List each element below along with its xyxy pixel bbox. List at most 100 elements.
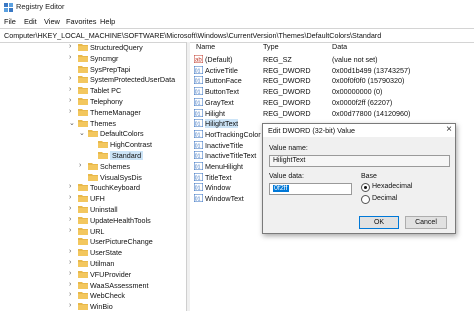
tree-item[interactable]: › UFH (0, 193, 186, 204)
value-name-field[interactable]: HilightText (269, 155, 450, 167)
tree-item[interactable]: SysPrepTapi (0, 64, 186, 75)
svg-text:01: 01 (195, 186, 201, 192)
chevron-right-icon[interactable]: › (69, 216, 71, 223)
value-data-label: Value data: (269, 173, 304, 180)
tree-item-label: URL (90, 226, 105, 236)
hexadecimal-radio[interactable] (361, 183, 370, 192)
tree-item[interactable]: › StructuredQuery (0, 42, 186, 53)
value-type: REG_SZ (263, 55, 292, 64)
chevron-right-icon[interactable]: › (69, 54, 71, 61)
value-row[interactable]: 01 ButtonFace REG_DWORD 0x00f0f0f0 (1579032… (190, 75, 474, 86)
tree-item[interactable]: › UserState (0, 247, 186, 258)
column-header-name[interactable]: Name (196, 42, 215, 53)
value-name: TitleText (205, 172, 232, 182)
chevron-down-icon[interactable]: ⌄ (69, 119, 75, 127)
value-name: Hilight (205, 108, 225, 118)
chevron-right-icon[interactable]: › (69, 183, 71, 190)
menu-edit[interactable]: Edit (24, 17, 37, 26)
svg-text:01: 01 (195, 197, 201, 203)
folder-icon (98, 141, 108, 149)
tree-item[interactable]: › Utilman (0, 258, 186, 269)
chevron-right-icon[interactable]: › (69, 270, 71, 277)
column-header-type[interactable]: Type (263, 42, 279, 53)
tree-item[interactable]: VisualSysDis (0, 172, 186, 183)
chevron-right-icon[interactable]: › (69, 259, 71, 266)
dialog-title: Edit DWORD (32-bit) Value (268, 126, 355, 135)
tree-item[interactable]: › Telephony (0, 96, 186, 107)
tree-item-label: WaaSAssessment (90, 280, 149, 290)
tree-item[interactable]: HighContrast (0, 139, 186, 150)
tree-item[interactable]: › URL (0, 226, 186, 237)
chevron-right-icon[interactable]: › (69, 75, 71, 82)
key-tree[interactable]: › StructuredQuery › Syncmgr SysPrepTapi › Syst… (0, 42, 187, 311)
address-bar[interactable]: Computer\HKEY_LOCAL_MACHINE\SOFTWARE\Mic… (0, 28, 474, 43)
value-name-text: HilightText (273, 157, 306, 164)
chevron-right-icon[interactable]: › (69, 302, 71, 309)
chevron-right-icon[interactable]: › (69, 205, 71, 212)
tree-item[interactable]: › UpdateHealthTools (0, 215, 186, 226)
tree-item[interactable]: ⌄ DefaultColors (0, 128, 186, 139)
value-row[interactable]: 01 ActiveTitle REG_DWORD 0x00d1b499 (137432… (190, 65, 474, 76)
tree-item[interactable]: UserPictureChange (0, 236, 186, 247)
value-row[interactable]: 01 GrayText REG_DWORD 0x0000f2ff (62207) (190, 97, 474, 108)
hexadecimal-label[interactable]: Hexadecimal (372, 183, 412, 190)
svg-text:01: 01 (195, 165, 201, 171)
address-path: Computer\HKEY_LOCAL_MACHINE\SOFTWARE\Mic… (4, 31, 382, 40)
value-row[interactable]: 01 Hilight REG_DWORD 0x00d77800 (14120960) (190, 108, 474, 119)
value-row[interactable]: 01 ButtonText REG_DWORD 0x00000000 (0) (190, 86, 474, 97)
folder-icon (78, 281, 88, 289)
cancel-button[interactable]: Cancel (405, 216, 447, 229)
tree-item[interactable]: Standard (0, 150, 186, 161)
chevron-right-icon[interactable]: › (69, 194, 71, 201)
tree-item-label: Syncmgr (90, 53, 119, 63)
column-header-data[interactable]: Data (332, 42, 347, 53)
tree-item[interactable]: › Syncmgr (0, 53, 186, 64)
tree-item[interactable]: › Uninstall (0, 204, 186, 215)
menu-help[interactable]: Help (100, 17, 115, 26)
tree-item-label: UFH (90, 194, 105, 204)
tree-item[interactable]: › ThemeManager (0, 107, 186, 118)
tree-item[interactable]: › Schemes (0, 161, 186, 172)
menu-bar: File Edit View Favorites Help (0, 15, 474, 28)
folder-icon (88, 130, 98, 138)
chevron-right-icon[interactable]: › (69, 43, 71, 50)
value-type: REG_DWORD (263, 76, 311, 86)
binary-value-icon: 01 (194, 119, 203, 128)
chevron-right-icon[interactable]: › (69, 97, 71, 104)
svg-text:01: 01 (195, 79, 201, 85)
value-data: 0x00f0f0f0 (15790320) (332, 76, 405, 86)
decimal-radio[interactable] (361, 195, 370, 204)
value-row[interactable]: ab (Default) REG_SZ (value not set) (190, 54, 474, 65)
svg-text:01: 01 (195, 143, 201, 149)
close-icon[interactable]: × (446, 124, 452, 135)
chevron-down-icon[interactable]: ⌄ (79, 129, 85, 137)
tree-item[interactable]: › SystemProtectedUserData (0, 74, 186, 85)
folder-icon (78, 206, 88, 213)
decimal-label[interactable]: Decimal (372, 195, 397, 202)
chevron-right-icon[interactable]: › (69, 248, 71, 255)
value-name: ActiveTitle (205, 65, 238, 75)
ok-button[interactable]: OK (359, 216, 399, 229)
tree-item[interactable]: › TouchKeyboard (0, 182, 186, 193)
value-data-field[interactable]: 0f2ff (269, 183, 352, 195)
chevron-right-icon[interactable]: › (69, 108, 71, 115)
chevron-right-icon[interactable]: › (69, 86, 71, 93)
binary-value-icon: 01 (194, 97, 203, 106)
menu-favorites[interactable]: Favorites (66, 17, 96, 26)
value-name: ButtonText (205, 87, 239, 97)
tree-item[interactable]: › WebCheck (0, 290, 186, 301)
folder-icon (78, 44, 88, 51)
chevron-right-icon[interactable]: › (69, 291, 71, 298)
menu-file[interactable]: File (4, 17, 16, 26)
tree-item[interactable]: › WaaSAssessment (0, 280, 186, 291)
chevron-right-icon[interactable]: › (69, 281, 71, 288)
tree-item[interactable]: ⌄ Themes (0, 118, 186, 129)
tree-item[interactable]: › VFUProvider (0, 269, 186, 280)
tree-item[interactable]: › WinBio (0, 301, 186, 311)
tree-item-label: StructuredQuery (90, 43, 143, 52)
chevron-right-icon[interactable]: › (69, 227, 71, 234)
menu-view[interactable]: View (44, 17, 60, 26)
tree-item[interactable]: › Tablet PC (0, 85, 186, 96)
chevron-right-icon[interactable]: › (79, 162, 81, 169)
value-type: REG_DWORD (263, 65, 311, 75)
